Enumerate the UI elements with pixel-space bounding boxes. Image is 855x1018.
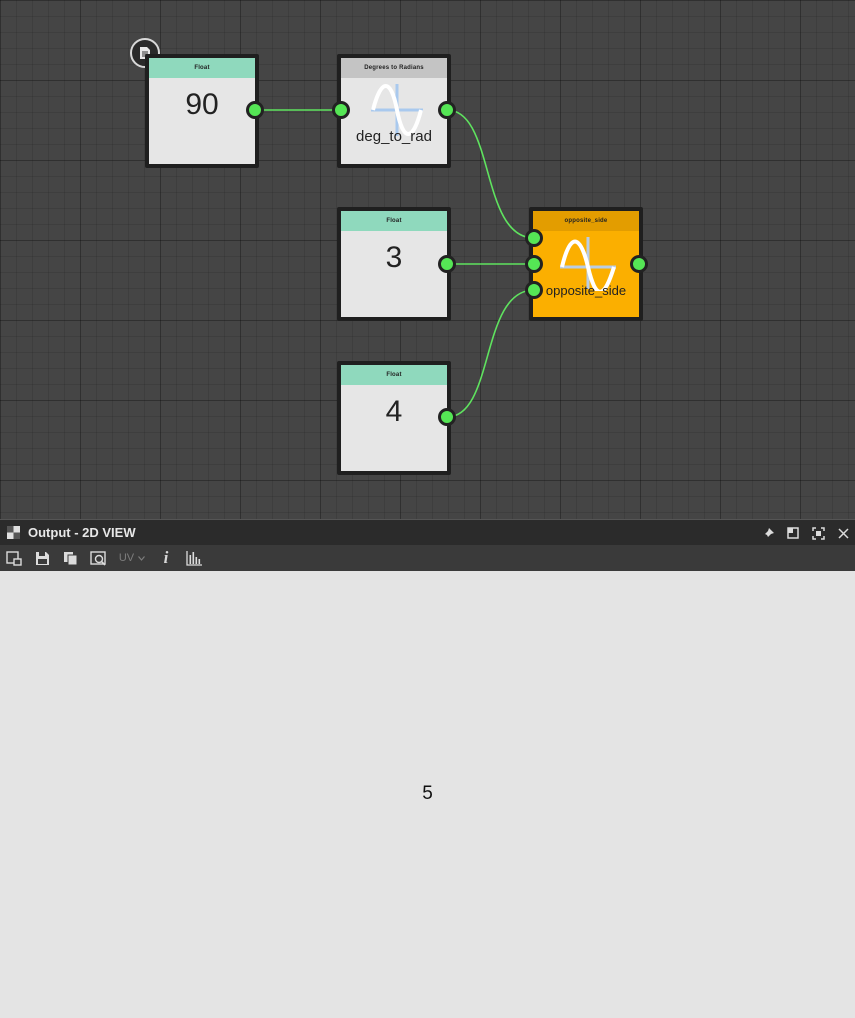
opposite-side-node[interactable]: opposite_side opposite_side — [529, 207, 643, 321]
node-value: 4 — [385, 395, 403, 428]
node-header: Float — [149, 58, 255, 78]
save-icon[interactable] — [28, 545, 56, 571]
pin-icon[interactable] — [756, 520, 780, 546]
panel-title: Output - 2D VIEW — [28, 525, 136, 540]
node-graph-canvas[interactable]: Float 90 Degrees to Radians deg_to_rad F… — [0, 0, 855, 519]
input-port[interactable] — [525, 255, 543, 273]
float-node-90[interactable]: Float 90 — [145, 54, 259, 168]
node-header: opposite_side — [533, 211, 639, 231]
output-value: 5 — [422, 783, 433, 804]
output-port[interactable] — [246, 101, 264, 119]
node-header: Float — [341, 365, 447, 385]
node-value: 90 — [185, 88, 219, 121]
float-node-3[interactable]: Float 3 — [337, 207, 451, 321]
input-port[interactable] — [525, 229, 543, 247]
output-port[interactable] — [438, 408, 456, 426]
close-icon[interactable] — [831, 520, 855, 546]
float-node-4[interactable]: Float 4 — [337, 361, 451, 475]
node-label: deg_to_rad — [356, 128, 432, 145]
node-label: opposite_side — [545, 283, 627, 298]
input-port[interactable] — [332, 101, 350, 119]
panel-title-bar: Output - 2D VIEW — [0, 519, 855, 545]
node-header: Float — [341, 211, 447, 231]
output-port[interactable] — [630, 255, 648, 273]
panel-toolbar: UV i — [0, 545, 855, 571]
uv-label: UV — [118, 552, 135, 564]
output-port[interactable] — [438, 255, 456, 273]
histogram-icon[interactable] — [180, 545, 208, 571]
node-value: 3 — [385, 241, 403, 274]
uv-dropdown[interactable]: UV — [112, 552, 152, 564]
dock-icon[interactable] — [781, 520, 805, 546]
chevron-down-icon — [138, 555, 146, 561]
deg-to-rad-node[interactable]: Degrees to Radians deg_to_rad — [337, 54, 451, 168]
info-label: i — [163, 548, 169, 567]
output-2d-view[interactable]: 5 — [0, 571, 855, 1018]
new-window-icon[interactable] — [0, 545, 28, 571]
copy-icon[interactable] — [56, 545, 84, 571]
info-icon[interactable]: i — [152, 545, 180, 571]
wire-deg2rad-to-opposite — [446, 109, 535, 239]
maximize-icon[interactable] — [806, 520, 830, 546]
wire-4-to-opposite — [446, 289, 535, 418]
node-header: Degrees to Radians — [341, 58, 447, 78]
checker-icon — [7, 526, 20, 539]
output-port[interactable] — [438, 101, 456, 119]
input-port[interactable] — [525, 281, 543, 299]
preview-icon[interactable] — [84, 545, 112, 571]
